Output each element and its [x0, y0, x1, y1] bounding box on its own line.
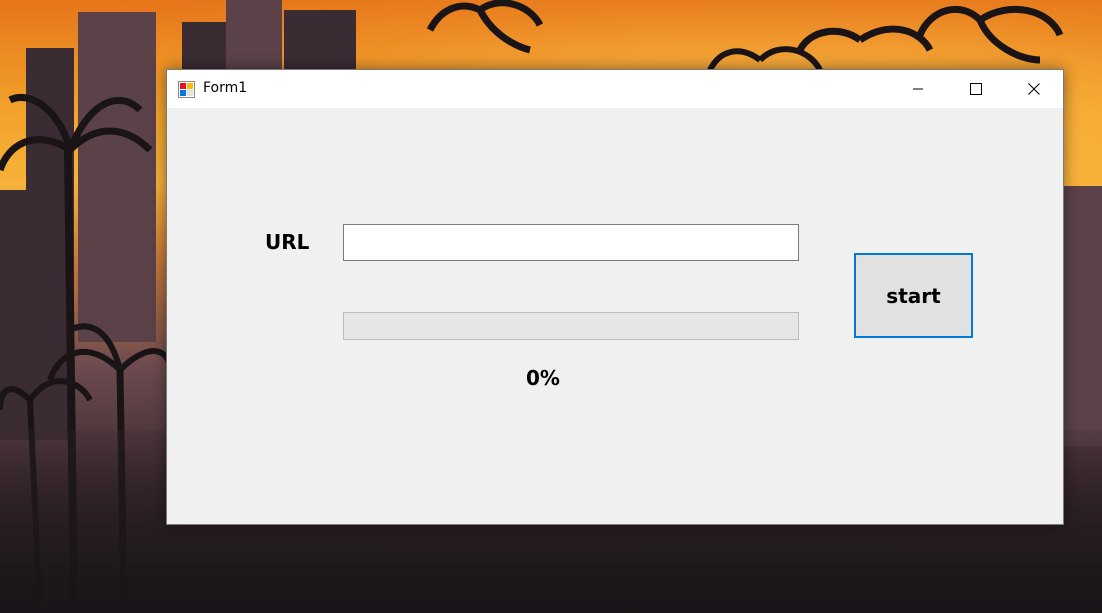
app-window: Form1 URL 0% start: [166, 69, 1064, 525]
minimize-button[interactable]: [889, 70, 947, 108]
close-icon: [1028, 83, 1040, 95]
building: [1064, 186, 1102, 446]
close-button[interactable]: [1005, 70, 1063, 108]
title-bar[interactable]: Form1: [167, 70, 1063, 108]
app-icon: [178, 81, 195, 98]
url-input[interactable]: [343, 224, 799, 261]
desktop-wallpaper: Form1 URL 0% start: [0, 0, 1102, 613]
maximize-button[interactable]: [947, 70, 1005, 108]
progress-percent-label: 0%: [526, 366, 560, 390]
start-button[interactable]: start: [854, 253, 973, 338]
url-label: URL: [265, 230, 310, 254]
window-title: Form1: [203, 80, 248, 96]
download-progress-bar: [343, 312, 799, 340]
maximize-icon: [970, 83, 982, 95]
minimize-icon: [913, 88, 923, 90]
